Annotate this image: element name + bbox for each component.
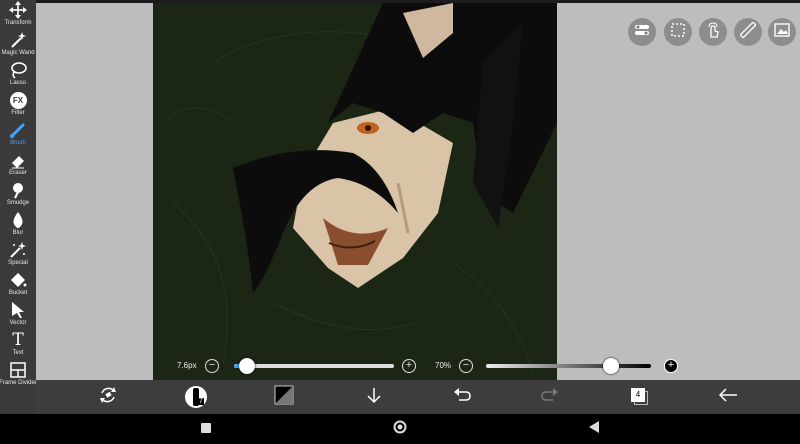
- text-glyph: T: [12, 330, 24, 350]
- home-button[interactable]: [391, 420, 409, 438]
- back-button[interactable]: [708, 380, 748, 414]
- tool-special[interactable]: Special: [0, 241, 36, 271]
- tool-vector[interactable]: Vector: [0, 301, 36, 331]
- download-button[interactable]: [354, 380, 394, 414]
- undo-button[interactable]: [442, 380, 482, 414]
- toggle-icon: [634, 22, 650, 43]
- tool-blur[interactable]: Blur: [0, 211, 36, 241]
- layer-count-badge: 4: [631, 388, 645, 402]
- touch-icon: [705, 21, 721, 43]
- opacity-slider-track[interactable]: [486, 364, 651, 368]
- arrow-left-icon: [718, 387, 738, 408]
- frame-divider-icon: [8, 361, 28, 379]
- tool-label: Frame Divider: [0, 380, 36, 386]
- system-navigation-bar: [0, 414, 800, 444]
- artwork-illustration: [162, 3, 557, 374]
- size-slider-thumb[interactable]: [238, 358, 255, 374]
- brush-settings-button[interactable]: 7: [176, 380, 216, 414]
- redo-button[interactable]: [530, 380, 570, 414]
- color-picker-button[interactable]: [264, 380, 304, 414]
- lasso-icon: [8, 61, 28, 79]
- toggle-button[interactable]: [628, 18, 656, 46]
- redo-icon: [540, 386, 560, 409]
- tool-label: Magic Wand: [1, 50, 35, 56]
- arrow-down-icon: [365, 386, 383, 409]
- square-icon: [201, 420, 211, 438]
- tool-label: Blur: [12, 230, 24, 236]
- color-swap-button[interactable]: [88, 380, 128, 414]
- brush-preview-icon: 7: [185, 386, 207, 408]
- tool-magic-wand[interactable]: Magic Wand: [0, 31, 36, 61]
- brush-size-badge: 7: [198, 398, 204, 405]
- tool-frame-divider[interactable]: Frame Divider: [0, 361, 36, 391]
- circle-home-icon: [393, 420, 407, 439]
- drawing-canvas[interactable]: [153, 3, 557, 380]
- image-button[interactable]: [768, 18, 796, 46]
- tool-text[interactable]: T Text: [0, 331, 36, 361]
- opacity-increase-button[interactable]: +: [664, 359, 678, 373]
- tool-label: Brush: [10, 140, 26, 146]
- tool-label: Special: [8, 260, 28, 266]
- fx-badge: FX: [9, 91, 27, 109]
- tool-label: Filter: [11, 110, 25, 116]
- tool-label: Lasso: [9, 80, 26, 86]
- sparkle-wand-icon: [8, 241, 28, 259]
- tool-smudge[interactable]: Smudge: [0, 181, 36, 211]
- bottom-action-bar: 7 4: [36, 380, 800, 414]
- droplet-icon: [8, 211, 28, 229]
- text-t-icon: T: [8, 331, 28, 349]
- smudge-icon: [8, 181, 28, 199]
- tool-lasso[interactable]: Lasso: [0, 61, 36, 91]
- size-decrease-button[interactable]: −: [205, 359, 219, 373]
- system-back-button[interactable]: [585, 420, 603, 438]
- layers-icon: 4: [631, 388, 649, 406]
- cursor-arrow-icon: [8, 301, 28, 319]
- tool-eraser[interactable]: Eraser: [0, 151, 36, 181]
- selection-button[interactable]: [664, 18, 692, 46]
- opacity-label: 70%: [435, 361, 452, 370]
- eraser-icon: [8, 151, 28, 169]
- tool-transform[interactable]: Transform: [0, 1, 36, 31]
- layers-button[interactable]: 4: [620, 380, 660, 414]
- triangle-back-icon: [589, 420, 599, 438]
- ruler-button[interactable]: [734, 18, 762, 46]
- tool-bucket[interactable]: Bucket: [0, 271, 36, 301]
- move-arrows-icon: [8, 1, 28, 19]
- selection-icon: [670, 22, 686, 43]
- size-increase-button[interactable]: +: [402, 359, 416, 373]
- bucket-icon: [8, 271, 28, 289]
- ruler-icon: [739, 20, 757, 43]
- size-slider-track[interactable]: [234, 364, 394, 368]
- tool-label: Transform: [4, 20, 32, 26]
- image-icon: [774, 22, 790, 43]
- fx-icon: FX: [8, 91, 28, 109]
- tool-label: Smudge: [6, 200, 30, 206]
- tool-filter[interactable]: FX Filter: [0, 91, 36, 121]
- tool-label: Bucket: [8, 290, 28, 296]
- color-swatch-icon: [274, 385, 294, 410]
- tool-label: Eraser: [9, 170, 27, 176]
- swap-eraser-icon: [98, 385, 118, 410]
- touch-button[interactable]: [699, 18, 727, 46]
- brush-icon: [8, 121, 28, 139]
- recents-button[interactable]: [197, 420, 215, 438]
- tool-label: Text: [12, 350, 24, 356]
- opacity-decrease-button[interactable]: −: [459, 359, 473, 373]
- magic-wand-icon: [8, 31, 28, 49]
- undo-icon: [452, 386, 472, 409]
- tool-brush[interactable]: Brush: [0, 121, 36, 151]
- tool-sidebar: Transform Magic Wand Lasso FX Filter Bru…: [0, 0, 36, 414]
- tool-label: Vector: [9, 320, 27, 326]
- brush-size-label: 7.6px: [177, 361, 197, 370]
